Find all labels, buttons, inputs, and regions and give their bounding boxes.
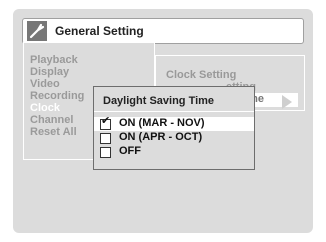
right-arrow-icon bbox=[282, 95, 292, 109]
option-label: OFF bbox=[119, 145, 141, 157]
page-title: General Setting bbox=[55, 24, 144, 38]
title-bar: General Setting bbox=[22, 18, 304, 44]
menu-item-playback[interactable]: Playback bbox=[30, 54, 78, 66]
menu-item-recording[interactable]: Recording bbox=[30, 90, 84, 102]
menu-item-video[interactable]: Video bbox=[30, 78, 60, 90]
checkbox[interactable] bbox=[100, 133, 111, 144]
wrench-icon bbox=[27, 21, 47, 41]
osd-screen: General Setting Playback Display Video R… bbox=[13, 9, 313, 233]
menu-item-reset-all[interactable]: Reset All bbox=[30, 126, 77, 138]
option-label: ON (APR - OCT) bbox=[119, 131, 203, 143]
menu-item-clock[interactable]: Clock bbox=[30, 102, 60, 114]
popup-title: Daylight Saving Time bbox=[103, 95, 215, 107]
daylight-saving-popup: Daylight Saving Time ✔ ON (MAR - NOV) ON… bbox=[93, 86, 255, 170]
option-on-mar-nov[interactable]: ✔ ON (MAR - NOV) bbox=[94, 114, 254, 131]
option-on-apr-oct[interactable]: ON (APR - OCT) bbox=[94, 131, 254, 145]
submenu-heading: Clock Setting bbox=[166, 69, 237, 81]
option-label: ON (MAR - NOV) bbox=[119, 117, 205, 129]
popup-divider bbox=[94, 111, 254, 112]
menu-item-display[interactable]: Display bbox=[30, 66, 69, 78]
option-off[interactable]: OFF bbox=[94, 145, 254, 159]
menu-item-channel[interactable]: Channel bbox=[30, 114, 73, 126]
checkbox[interactable] bbox=[100, 147, 111, 158]
checkmark-icon: ✔ bbox=[101, 114, 111, 127]
